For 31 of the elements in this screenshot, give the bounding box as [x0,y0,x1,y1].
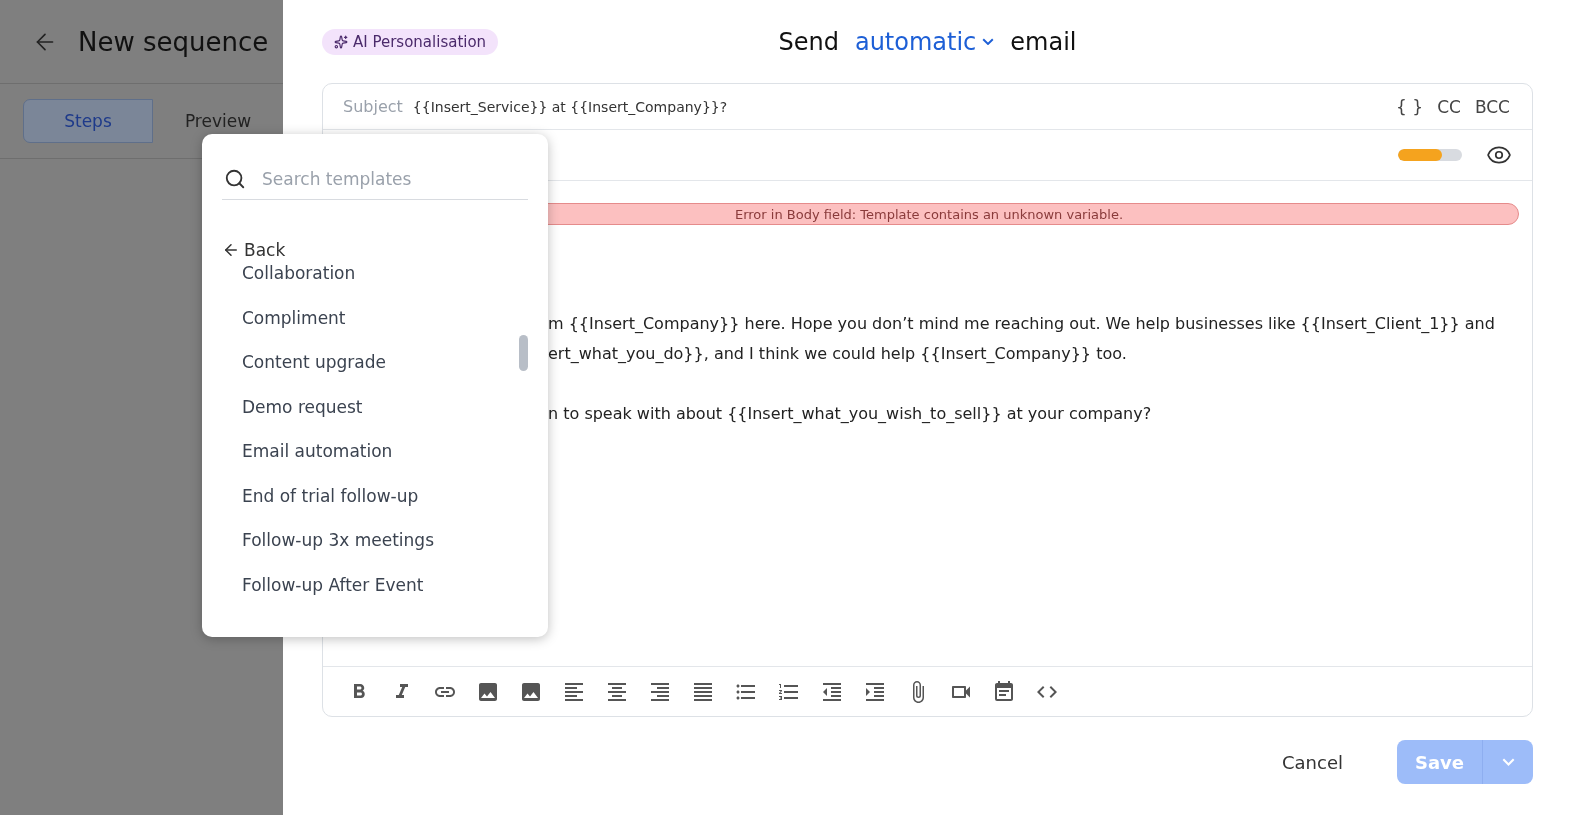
tab[interactable]: Preview [153,99,283,143]
template-item[interactable]: Follow-up After Event [242,573,528,618]
template-item[interactable]: Follow-up 3x meetings [242,529,528,574]
sparkle-icon [334,34,348,49]
template-item[interactable]: End of trial follow-up [242,484,528,529]
variables-button[interactable]: { } [1394,96,1426,117]
body-text: m {{Insert_Company}} here. Hope you don’t mind me reaching out. We help businesses like {{Insert_Client_1}} and [548,313,1496,335]
title-word: email [1010,27,1077,56]
chevron-icon [982,37,995,46]
template-item[interactable]: Email automation [242,440,528,485]
page-title: New sequence [78,26,269,57]
bcc-button[interactable]: BCC [1472,96,1512,117]
scrollbar-thumb[interactable] [519,335,528,371]
search-icon [224,167,246,190]
calendar-icon[interactable] [992,679,1016,704]
mode-dropdown[interactable]: automatic [854,27,995,56]
body-text: n to speak with about {{Insert_what_you_wish_to_sell}} at your company? [548,403,1153,425]
subject-field[interactable]: {{Insert_Service}} at {{Insert_Company}}? [412,98,1385,115]
title-word: Send [778,27,839,56]
body-text: ert_what_you_do}}, and I think we could help {{Insert_Company}} too. [548,343,1128,365]
cancel-button[interactable]: Cancel [1276,750,1349,774]
badge-label: AI Personalisation [353,32,487,51]
template-item[interactable]: Content upgrade [242,351,528,396]
chevron-icon [1501,758,1515,766]
ai-personalisation-badge[interactable]: AI Personalisation [322,28,499,55]
subject-label: Subject [343,97,403,116]
cc-button[interactable]: CC [1435,96,1463,117]
template-item[interactable]: Collaboration [242,262,528,307]
back-button[interactable]: Back [222,238,528,262]
template-item[interactable]: Demo request [242,395,528,440]
template-item[interactable]: Compliment [242,306,528,351]
